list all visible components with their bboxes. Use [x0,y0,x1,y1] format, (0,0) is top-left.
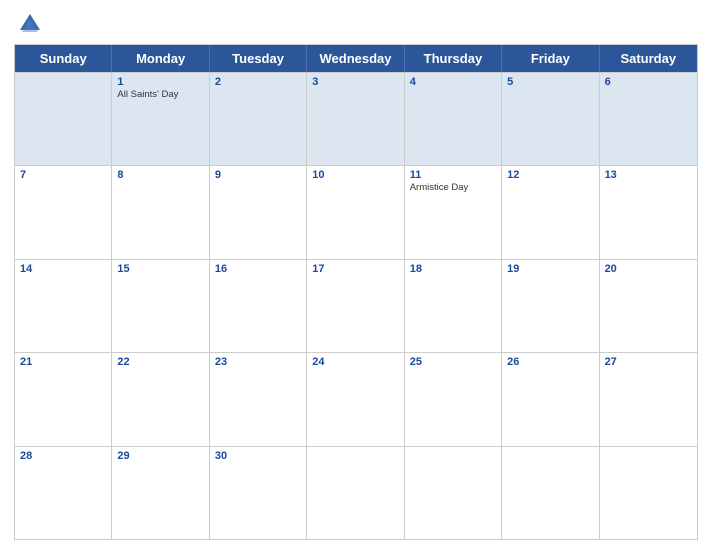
day-cell: 18 [405,260,502,352]
day-number: 1 [117,76,203,88]
day-number: 15 [117,263,203,275]
day-number: 10 [312,169,398,181]
day-number: 26 [507,356,593,368]
holiday-name: All Saints' Day [117,89,203,100]
week-row-2: 789 10 11Armistice Day 12 13 [15,165,697,258]
day-cell: 6 [600,73,697,165]
day-header-thursday: Thursday [405,45,502,72]
day-cell: 17 [307,260,404,352]
day-number: 17 [312,263,398,275]
day-number: 4 [410,76,496,88]
day-number: 23 [215,356,301,368]
day-cell: 2 [210,73,307,165]
day-number: 2 [215,76,301,88]
day-header-monday: Monday [112,45,209,72]
day-number: 6 [605,76,692,88]
day-cell: 7 [15,166,112,258]
day-number: 8 [117,169,203,181]
day-cell: 26 [502,353,599,445]
day-number: 13 [605,169,692,181]
week-row-4: 21 22 23 24 25 26 27 [15,352,697,445]
day-number: 19 [507,263,593,275]
day-cell: 14 [15,260,112,352]
calendar-grid: SundayMondayTuesdayWednesdayThursdayFrid… [14,44,698,540]
day-header-saturday: Saturday [600,45,697,72]
day-number: 3 [312,76,398,88]
day-cell: 8 [112,166,209,258]
day-number: 9 [215,169,301,181]
day-number: 21 [20,356,106,368]
day-header-wednesday: Wednesday [307,45,404,72]
day-number: 24 [312,356,398,368]
day-cell [307,447,404,539]
day-cell: 9 [210,166,307,258]
day-cell: 29 [112,447,209,539]
day-number: 7 [20,169,106,181]
day-cell: 16 [210,260,307,352]
day-cell: 11Armistice Day [405,166,502,258]
day-headers-row: SundayMondayTuesdayWednesdayThursdayFrid… [15,45,697,72]
week-row-1: 1All Saints' Day 23456 [15,72,697,165]
day-cell [15,73,112,165]
day-cell: 5 [502,73,599,165]
week-row-5: 28 29 30 [15,446,697,539]
day-cell: 30 [210,447,307,539]
day-cell [502,447,599,539]
day-number: 18 [410,263,496,275]
day-header-friday: Friday [502,45,599,72]
day-number: 11 [410,169,496,181]
day-number: 20 [605,263,692,275]
day-cell: 25 [405,353,502,445]
day-cell: 1All Saints' Day [112,73,209,165]
day-cell: 19 [502,260,599,352]
day-cell: 24 [307,353,404,445]
day-cell: 4 [405,73,502,165]
day-cell: 27 [600,353,697,445]
calendar-body: 1All Saints' Day234567891011Armistice Da… [15,72,697,539]
holiday-name: Armistice Day [410,182,496,193]
day-cell: 10 [307,166,404,258]
day-number: 29 [117,450,203,462]
day-header-tuesday: Tuesday [210,45,307,72]
day-number: 27 [605,356,692,368]
day-cell: 28 [15,447,112,539]
week-row-3: 14 15 16 17 18 19 20 [15,259,697,352]
day-number: 16 [215,263,301,275]
day-cell: 15 [112,260,209,352]
day-number: 14 [20,263,106,275]
day-number: 25 [410,356,496,368]
day-cell: 13 [600,166,697,258]
day-number: 22 [117,356,203,368]
day-cell [405,447,502,539]
header [14,10,698,38]
day-cell: 3 [307,73,404,165]
day-number: 30 [215,450,301,462]
day-cell: 22 [112,353,209,445]
day-number: 28 [20,450,106,462]
day-cell: 23 [210,353,307,445]
day-header-sunday: Sunday [15,45,112,72]
day-cell: 21 [15,353,112,445]
day-cell: 12 [502,166,599,258]
logo-bird-icon [16,10,44,38]
day-cell [600,447,697,539]
logo [16,10,48,38]
day-cell: 20 [600,260,697,352]
day-number: 12 [507,169,593,181]
calendar-page: SundayMondayTuesdayWednesdayThursdayFrid… [0,0,712,550]
day-number: 5 [507,76,593,88]
